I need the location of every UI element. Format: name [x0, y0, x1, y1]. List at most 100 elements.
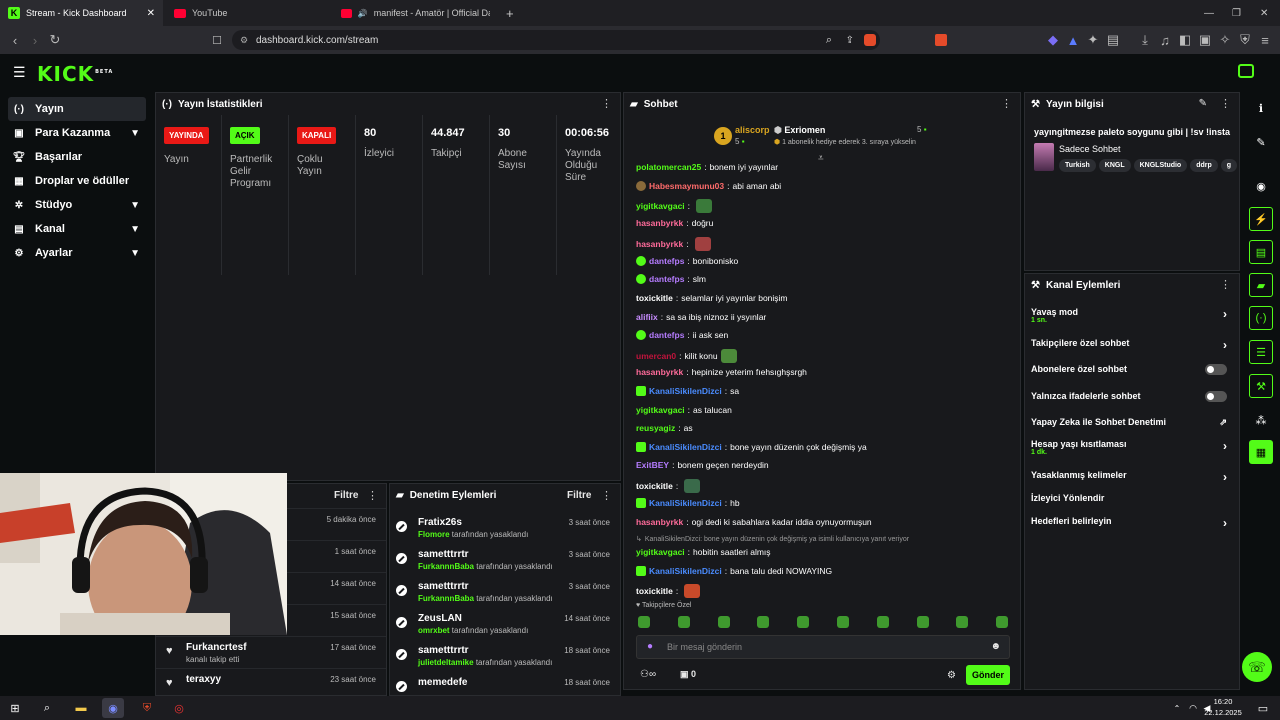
- more-options-icon[interactable]: ⋮: [1220, 97, 1231, 110]
- action-followers-only[interactable]: Takipçilere özel sohbet ›: [1031, 338, 1233, 352]
- more-options-icon[interactable]: ⋮: [601, 97, 612, 110]
- clock[interactable]: 16:20 22.12.2025: [1203, 696, 1243, 718]
- action-subscribers-only[interactable]: Abonelere özel sohbet: [1031, 364, 1233, 375]
- moderator-name[interactable]: Flomore: [418, 530, 450, 539]
- sidebar-item-ayarlar[interactable]: ⚙ Ayarlar ▼: [8, 241, 146, 265]
- chat-username[interactable]: Habesmaymunu03: [649, 181, 724, 191]
- sidebar-item-basarilar[interactable]: 🏆︎ Başarılar: [8, 145, 146, 169]
- chat-username[interactable]: toxickitle: [636, 481, 673, 491]
- music-icon[interactable]: ♫: [1154, 26, 1176, 54]
- tab-youtube[interactable]: YouTube: [166, 0, 331, 26]
- share-icon[interactable]: ⇪: [846, 35, 854, 46]
- emote-icon[interactable]: [677, 616, 690, 628]
- site-info-icon[interactable]: ⚙: [240, 35, 248, 46]
- wrench-icon[interactable]: ⚒: [1249, 374, 1273, 398]
- support-icon[interactable]: ☏: [1242, 652, 1272, 682]
- address-bar[interactable]: ⚙ dashboard.kick.com/stream ⌕ ⇪: [232, 30, 880, 50]
- file-explorer-icon[interactable]: ▬: [70, 698, 92, 718]
- extension-icon[interactable]: ◆: [1042, 26, 1064, 54]
- chat-username[interactable]: alifiix: [636, 312, 658, 322]
- tab-manifest[interactable]: 🔊 manifest - Amatör | Official Danc: [333, 0, 498, 26]
- gifter-name[interactable]: Exriomen: [784, 125, 825, 135]
- moderator-name[interactable]: omrxbet: [418, 626, 450, 635]
- close-tab-icon[interactable]: ✕: [147, 8, 155, 19]
- chat-username[interactable]: yigitkavgaci: [636, 201, 685, 211]
- chat-username[interactable]: KanaliSikilenDizci: [649, 442, 722, 452]
- banned-user[interactable]: sametttrrtr: [418, 645, 469, 656]
- tag[interactable]: ddrp: [1190, 159, 1218, 172]
- microphone-icon[interactable]: ●: [647, 641, 653, 652]
- wallet-icon[interactable]: ▣: [1194, 26, 1216, 54]
- chat-username[interactable]: toxickitle: [636, 586, 673, 596]
- users-icon[interactable]: ⁂: [1249, 408, 1273, 432]
- chat-username[interactable]: reusyagiz: [636, 423, 675, 433]
- vpn-shield-icon[interactable]: ⛨: [1234, 26, 1256, 54]
- action-goals[interactable]: Hedefleri belirleyin ›: [1031, 516, 1233, 530]
- emote-icon[interactable]: [956, 616, 969, 628]
- panel-icon[interactable]: ◧: [1174, 26, 1196, 54]
- bookmark-icon[interactable]: ☐: [206, 26, 228, 54]
- action-account-age[interactable]: Hesap yaşı kısıtlaması 1 dk. ›: [1031, 439, 1233, 456]
- emote-icon[interactable]: [717, 616, 730, 628]
- sidebar-item-kanal[interactable]: ▤ Kanal ▼: [8, 217, 146, 241]
- chat-username[interactable]: KanaliSikilenDizci: [649, 566, 722, 576]
- info-icon[interactable]: ℹ: [1249, 96, 1273, 120]
- emote-icon[interactable]: [996, 616, 1009, 628]
- category-thumbnail[interactable]: [1034, 143, 1054, 171]
- notes-icon[interactable]: ▤: [1249, 240, 1273, 264]
- restore-icon[interactable]: ❐: [1224, 0, 1249, 26]
- chat-username[interactable]: dantefps: [649, 256, 684, 266]
- tag[interactable]: KNGLStudio: [1133, 159, 1188, 172]
- users-icon[interactable]: ⚇∞: [640, 669, 656, 680]
- chat-input[interactable]: ● Bir mesaj gönderin ☻: [636, 635, 1010, 659]
- sidebar-toggle-icon[interactable]: ▤: [1102, 26, 1124, 54]
- new-tab-button[interactable]: +: [498, 0, 522, 26]
- forward-icon[interactable]: ›: [24, 26, 46, 54]
- chat-username[interactable]: hasanbyrkk: [636, 367, 683, 377]
- edit-icon[interactable]: ✎: [1199, 98, 1207, 109]
- back-icon[interactable]: ‹: [4, 26, 26, 54]
- list-icon[interactable]: ☰: [1249, 340, 1273, 364]
- emote-icon[interactable]: [916, 616, 929, 628]
- windows-start-icon[interactable]: ⊞: [4, 698, 26, 718]
- obs-icon[interactable]: ◎: [168, 698, 190, 718]
- filter-button[interactable]: Filtre: [567, 490, 591, 501]
- extensions-icon[interactable]: ✦: [1082, 26, 1104, 54]
- hamburger-menu-icon[interactable]: ☰: [13, 64, 26, 81]
- emote-icon[interactable]: [837, 616, 849, 628]
- chat-username[interactable]: KanaliSikilenDizci: [649, 498, 722, 508]
- calendar-icon[interactable]: ▦: [1249, 440, 1273, 464]
- lightning-icon[interactable]: ⚡: [1249, 207, 1273, 231]
- emote-icon[interactable]: [757, 616, 770, 628]
- emote-icon[interactable]: [876, 616, 889, 628]
- banned-user[interactable]: sametttrrtr: [418, 549, 469, 560]
- chat-username[interactable]: KanaliSikilenDizci: [649, 386, 722, 396]
- emotes-only-toggle[interactable]: [1205, 391, 1227, 402]
- chat-username[interactable]: dantefps: [649, 274, 684, 284]
- chat-username[interactable]: yigitkavgaci: [636, 405, 685, 415]
- chat-settings-icon[interactable]: ⚙: [947, 670, 956, 681]
- moderator-name[interactable]: julietdeltamike: [418, 658, 474, 667]
- category-name[interactable]: Sadece Sohbet: [1059, 144, 1121, 154]
- chat-username[interactable]: yigitkavgaci: [636, 547, 685, 557]
- follower-name[interactable]: teraxyy: [186, 674, 221, 685]
- zoom-icon[interactable]: ⌕: [826, 34, 832, 47]
- channel-points[interactable]: ▣ 0: [680, 669, 696, 680]
- more-options-icon[interactable]: ⋮: [1220, 278, 1231, 291]
- brave-rewards-icon[interactable]: [935, 34, 947, 46]
- chat-username[interactable]: dantefps: [649, 330, 684, 340]
- edit-icon[interactable]: ✎: [1249, 130, 1273, 154]
- notifications-icon[interactable]: ▭: [1252, 698, 1274, 718]
- menu-icon[interactable]: ≡: [1254, 26, 1276, 54]
- action-emotes-only[interactable]: Yalnızca ifadelerle sohbet: [1031, 391, 1233, 402]
- tag[interactable]: KNGL: [1098, 159, 1131, 172]
- action-banned-words[interactable]: Yasaklanmış kelimeler ›: [1031, 470, 1233, 484]
- emoji-icon[interactable]: ☻: [990, 641, 1001, 652]
- more-options-icon[interactable]: ⋮: [1001, 97, 1012, 110]
- reload-icon[interactable]: ↻: [44, 26, 66, 54]
- more-options-icon[interactable]: ⋮: [367, 489, 378, 502]
- brave-shield-icon[interactable]: [864, 34, 876, 46]
- action-slow-mode[interactable]: Yavaş mod 1 sn. ›: [1031, 307, 1233, 324]
- sidebar-item-yayin[interactable]: (·) Yayın: [8, 97, 146, 121]
- sidebar-item-studyo[interactable]: ✲ Stüdyo ▼: [8, 193, 146, 217]
